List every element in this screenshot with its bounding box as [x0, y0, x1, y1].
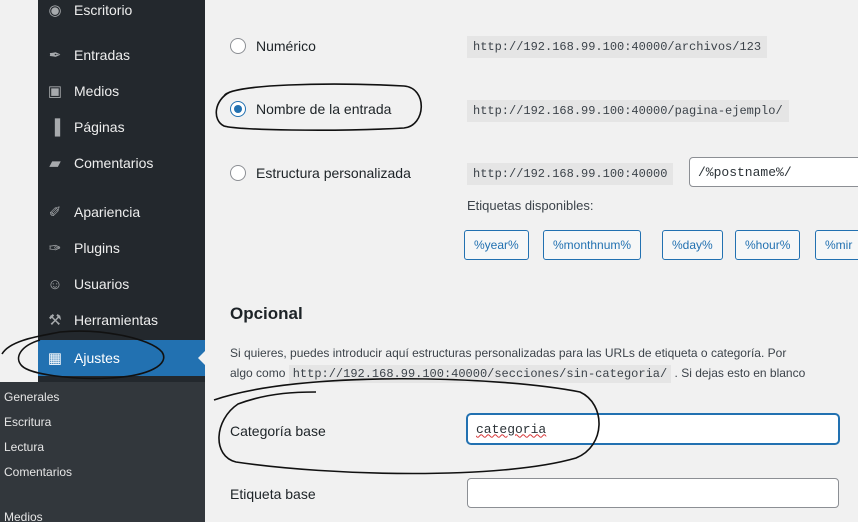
custom-structure-label: Estructura personalizada: [256, 165, 411, 181]
tag-button-day[interactable]: %day%: [662, 230, 723, 260]
submenu-item-generales[interactable]: Generales: [0, 384, 205, 410]
sidebar-item-paginas[interactable]: ▐ Páginas: [38, 109, 205, 145]
wrench-icon: ⚒: [48, 312, 62, 329]
sidebar-item-label: Herramientas: [74, 312, 159, 328]
optional-description-line1: Si quieres, puedes introducir aquí estru…: [230, 346, 787, 360]
option-numeric[interactable]: Numérico: [230, 38, 316, 54]
numeric-radio[interactable]: [230, 38, 246, 54]
sidebar-item-label: Medios: [74, 83, 120, 99]
sidebar-item-label: Plugins: [74, 240, 120, 256]
sidebar-item-ajustes[interactable]: ▦ Ajustes: [38, 340, 206, 376]
sidebar-item-usuarios[interactable]: ☺ Usuarios: [38, 266, 205, 302]
tag-button-hour[interactable]: %hour%: [735, 230, 801, 260]
settings-icon: ▦: [47, 350, 63, 367]
sidebar-item-label: Apariencia: [74, 204, 141, 220]
sidebar-item-medios[interactable]: ▣ Medios: [38, 73, 205, 109]
dashboard-icon: ◉: [48, 2, 62, 19]
sidebar-item-label: Escritorio: [74, 2, 133, 18]
custom-structure-radio[interactable]: [230, 165, 246, 181]
available-tags-label: Etiquetas disponibles:: [467, 198, 594, 213]
pages-icon: ▐: [49, 118, 61, 136]
sidebar-item-plugins[interactable]: ✑ Plugins: [38, 230, 205, 266]
sidebar-item-entradas[interactable]: ✒ Entradas: [38, 37, 205, 73]
brush-icon: ✐: [48, 204, 62, 221]
desc-example-url: http://192.168.99.100:40000/secciones/si…: [288, 365, 672, 383]
submenu-item-comentarios[interactable]: Comentarios: [0, 459, 205, 485]
submenu-item-medios[interactable]: Medios: [0, 504, 205, 522]
sidebar-item-apariencia[interactable]: ✐ Apariencia: [38, 194, 205, 230]
comment-icon: ▰: [49, 155, 61, 172]
submenu-item-lectura[interactable]: Lectura: [0, 434, 205, 460]
tag-button-minute[interactable]: %mir: [815, 230, 858, 260]
sidebar-item-comentarios[interactable]: ▰ Comentarios: [38, 145, 205, 181]
category-base-input[interactable]: categoria: [467, 414, 839, 444]
sidebar-item-escritorio[interactable]: ◉ Escritorio: [38, 0, 205, 28]
postname-example-url: http://192.168.99.100:40000/pagina-ejemp…: [467, 100, 789, 122]
numeric-example-url: http://192.168.99.100:40000/archivos/123: [467, 36, 768, 58]
submenu-item-escritura[interactable]: Escritura: [0, 409, 205, 435]
postname-radio[interactable]: [230, 101, 246, 117]
sidebar-item-label: Comentarios: [74, 155, 154, 171]
postname-label: Nombre de la entrada: [256, 101, 392, 117]
plugin-icon: ✑: [48, 240, 62, 257]
option-postname[interactable]: Nombre de la entrada: [230, 101, 391, 117]
tag-button-year[interactable]: %year%: [464, 230, 529, 260]
optional-section-title: Opcional: [230, 304, 303, 323]
sidebar-item-herramientas[interactable]: ⚒ Herramientas: [38, 302, 205, 338]
sidebar-item-label: Usuarios: [74, 276, 130, 292]
optional-description-line2: algo como http://192.168.99.100:40000/se…: [230, 365, 806, 383]
custom-structure-input[interactable]: /%postname%/: [689, 157, 858, 187]
sidebar-item-label: Ajustes: [74, 350, 120, 366]
user-icon: ☺: [47, 275, 63, 293]
sidebar-item-label: Entradas: [74, 47, 131, 63]
category-base-label: Categoría base: [230, 423, 326, 439]
sidebar-item-label: Páginas: [74, 119, 125, 135]
tag-base-label: Etiqueta base: [230, 486, 316, 502]
tag-button-monthnum[interactable]: %monthnum%: [543, 230, 642, 260]
permalink-settings-content: Numérico http://192.168.99.100:40000/arc…: [205, 0, 858, 522]
custom-structure-prefix: http://192.168.99.100:40000: [467, 163, 674, 185]
numeric-label: Numérico: [256, 38, 316, 54]
desc-line2-prefix: algo como: [230, 366, 286, 380]
desc-line2-suffix: . Si dejas esto en blanco: [674, 366, 806, 380]
admin-sidebar: ◉ Escritorio ✒ Entradas ▣ Medios ▐ Págin…: [0, 0, 206, 522]
pin-icon: ✒: [48, 47, 62, 64]
tag-base-input[interactable]: [467, 478, 839, 508]
category-base-value: categoria: [476, 421, 547, 437]
media-icon: ▣: [47, 83, 63, 100]
option-custom-structure[interactable]: Estructura personalizada: [230, 165, 411, 181]
